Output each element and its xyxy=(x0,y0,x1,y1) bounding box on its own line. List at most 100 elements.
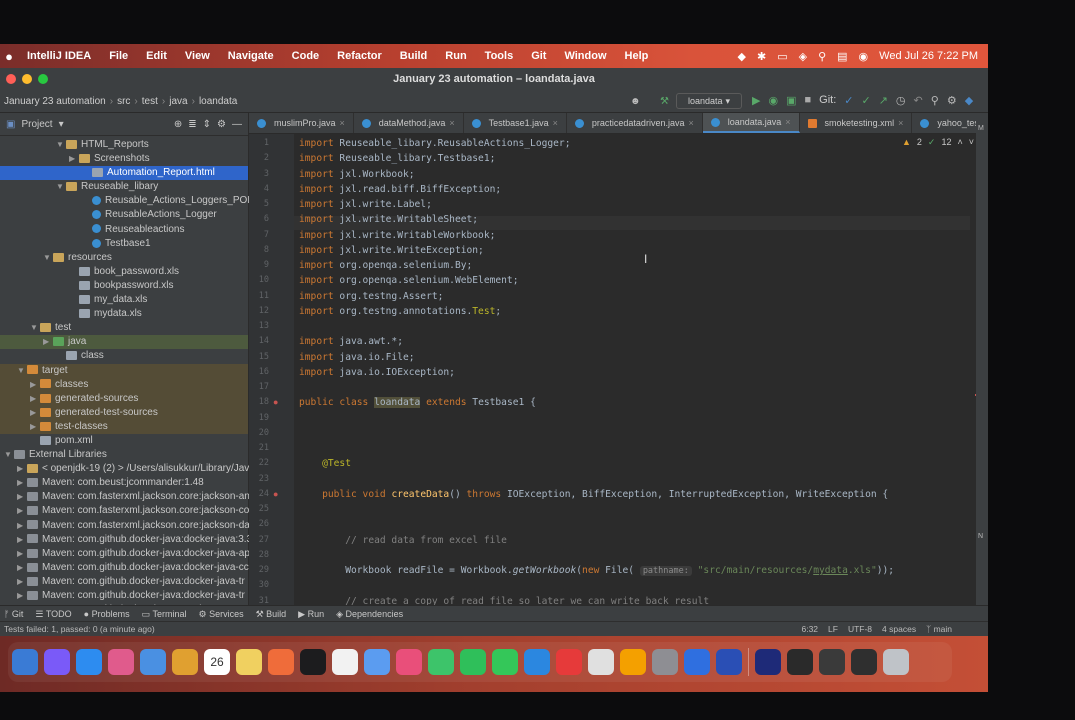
menu-file[interactable]: File xyxy=(109,50,128,62)
reminders-icon[interactable] xyxy=(332,649,358,675)
chevron-down-icon[interactable]: ▾ xyxy=(59,119,64,130)
chevron-down-icon[interactable]: ▼ xyxy=(43,251,53,265)
chevron-right-icon[interactable]: ▶ xyxy=(30,392,40,406)
battery-icon[interactable]: ▭ xyxy=(777,50,787,63)
chevron-right-icon[interactable]: ▶ xyxy=(69,152,79,166)
project-tree-item[interactable]: ReusableActions_Logger xyxy=(0,208,248,222)
project-tree-item[interactable]: ▶ Maven: com.github.docker-java:docker-ja… xyxy=(0,533,252,547)
wifi-icon[interactable]: ◈ xyxy=(799,50,807,63)
siri-icon[interactable]: ◉ xyxy=(859,50,869,63)
keynote-icon[interactable] xyxy=(524,649,550,675)
excel-icon[interactable] xyxy=(755,649,781,675)
finder-icon[interactable] xyxy=(12,649,38,675)
spotlight-search-icon[interactable]: ⚲ xyxy=(818,50,826,63)
tool-window-button[interactable]: ▭ Terminal xyxy=(142,609,187,620)
menu-refactor[interactable]: Refactor xyxy=(337,50,382,62)
chevron-right-icon[interactable]: ▶ xyxy=(17,504,27,518)
expand-icon[interactable]: ⇕ xyxy=(203,119,211,130)
locate-icon[interactable]: ⊕ xyxy=(174,119,182,130)
project-tree-item[interactable]: class xyxy=(0,349,248,363)
chevron-down-icon[interactable]: ˅ xyxy=(969,137,974,148)
project-tree-item[interactable]: ▶ Maven: com.fasterxml.jackson.core:jacks… xyxy=(0,519,250,533)
numbers-icon[interactable] xyxy=(492,649,518,675)
mail-icon[interactable] xyxy=(140,649,166,675)
editor-tab[interactable]: Testbase1.java × xyxy=(464,113,567,133)
menu-navigate[interactable]: Navigate xyxy=(228,50,274,62)
bluetooth-icon[interactable]: ✱ xyxy=(757,50,766,63)
chevron-right-icon[interactable]: ▶ xyxy=(17,589,27,603)
photos-editor-icon[interactable] xyxy=(268,649,294,675)
build-hammer-icon[interactable]: ⚒ xyxy=(660,96,669,107)
project-panel-title[interactable]: Project xyxy=(21,119,52,130)
calendar-icon[interactable]: 26 xyxy=(204,649,230,675)
chevron-right-icon[interactable]: ▶ xyxy=(30,406,40,420)
apple-tv-icon[interactable] xyxy=(300,649,326,675)
chevron-right-icon[interactable]: ▶ xyxy=(17,575,27,589)
project-tree-item[interactable]: ▶ test-classes xyxy=(0,419,248,434)
chevron-down-icon[interactable]: ▼ xyxy=(4,448,14,462)
search-everywhere-icon[interactable]: ⚲ xyxy=(931,94,939,107)
project-tree-item[interactable]: ▼ resources xyxy=(0,251,248,265)
project-tree-item[interactable]: ▶ Maven: com.github.docker-java:docker-ja… xyxy=(0,589,248,603)
tool-window-button[interactable]: ● Problems xyxy=(84,609,130,619)
breadcrumb-project[interactable]: January 23 automation xyxy=(4,96,106,107)
menu-run[interactable]: Run xyxy=(445,50,466,62)
project-tree-item[interactable]: Reuseableactions xyxy=(0,223,248,237)
close-tab-icon[interactable]: × xyxy=(553,118,558,128)
hide-panel-icon[interactable]: — xyxy=(232,119,242,130)
project-tree-item[interactable]: ▶ Maven: com.github.docker-java:docker-ja… xyxy=(0,575,248,589)
close-tab-icon[interactable]: × xyxy=(785,117,790,127)
code-line[interactable]: import Reuseable_libary.ReusableActions_… xyxy=(299,138,968,149)
zoom-icon[interactable] xyxy=(684,649,710,675)
git-push-icon[interactable]: ↗ xyxy=(879,94,888,107)
project-tree-item[interactable]: ▼ Reuseable_libary xyxy=(0,180,248,194)
code-line[interactable]: import jxl.read.biff.BiffException; xyxy=(299,184,968,195)
chevron-right-icon[interactable]: ▶ xyxy=(17,547,27,561)
code-line[interactable]: public class loandata extends Testbase1 … xyxy=(299,397,968,409)
contacts-icon[interactable] xyxy=(172,649,198,675)
project-tree-item[interactable]: ▼ External Libraries xyxy=(0,448,248,462)
breadcrumb-src[interactable]: src xyxy=(117,96,130,107)
tool-window-button[interactable]: ⚙ Services xyxy=(198,609,243,620)
code-line[interactable]: import org.openqa.selenium.WebElement; xyxy=(299,275,968,286)
malwarebytes-icon[interactable]: ◆ xyxy=(738,50,746,63)
git-update-icon[interactable]: ✓ xyxy=(844,94,853,107)
menu-build[interactable]: Build xyxy=(400,50,428,62)
siri-icon[interactable] xyxy=(44,649,70,675)
menu-edit[interactable]: Edit xyxy=(146,50,167,62)
status-message[interactable]: Tests failed: 1, passed: 0 (a minute ago… xyxy=(4,624,155,634)
chevron-right-icon[interactable]: ▶ xyxy=(17,533,27,547)
breadcrumb-class[interactable]: loandata xyxy=(199,96,237,107)
inspection-widget[interactable]: ▲ 2 ✓ 12 ˄ ˅ xyxy=(902,137,974,148)
tool-window-button[interactable]: ◈ Dependencies xyxy=(336,609,403,620)
code-line[interactable]: public void createData() throws IOExcept… xyxy=(299,489,968,500)
project-tree-item[interactable]: ▶ java xyxy=(0,335,248,350)
facetime-icon[interactable] xyxy=(460,649,486,675)
user-icon[interactable]: ☻ xyxy=(630,96,641,107)
stop-icon[interactable]: ■ xyxy=(804,94,811,107)
system-settings-icon[interactable] xyxy=(652,649,678,675)
recent-window-icon[interactable] xyxy=(851,649,877,675)
settings-gear-icon[interactable]: ⚙ xyxy=(947,94,957,107)
chevron-right-icon[interactable]: ▶ xyxy=(43,335,53,349)
jetbrains-icon[interactable]: ◆ xyxy=(965,94,973,107)
project-tree-item[interactable]: Automation_Report.html xyxy=(0,166,248,181)
project-tree-item[interactable]: ▼ target xyxy=(0,363,248,378)
chevron-right-icon[interactable]: ▶ xyxy=(17,462,27,476)
breadcrumb-java[interactable]: java xyxy=(169,96,187,107)
project-tree-item[interactable]: pom.xml xyxy=(0,434,248,448)
close-tab-icon[interactable]: × xyxy=(449,118,454,128)
recent-window-icon[interactable] xyxy=(787,649,813,675)
photos-icon[interactable] xyxy=(396,649,422,675)
messages-icon[interactable] xyxy=(428,649,454,675)
menu-help[interactable]: Help xyxy=(625,50,649,62)
project-tree-item[interactable]: ▶ Maven: com.beust:jcommander:1.48 xyxy=(0,476,248,490)
project-tree-item[interactable]: Testbase1 xyxy=(0,237,248,251)
apple-icon[interactable]: ● xyxy=(0,49,18,64)
indent-setting[interactable]: 4 spaces xyxy=(882,624,916,634)
notifications-icon[interactable]: N xyxy=(978,533,983,540)
code-line[interactable]: import jxl.Workbook; xyxy=(299,169,968,180)
project-tree-item[interactable]: ▼ HTML_Reports xyxy=(0,138,248,152)
gear-icon[interactable]: ⚙ xyxy=(217,119,226,130)
debug-icon[interactable]: ◉ xyxy=(768,94,778,107)
